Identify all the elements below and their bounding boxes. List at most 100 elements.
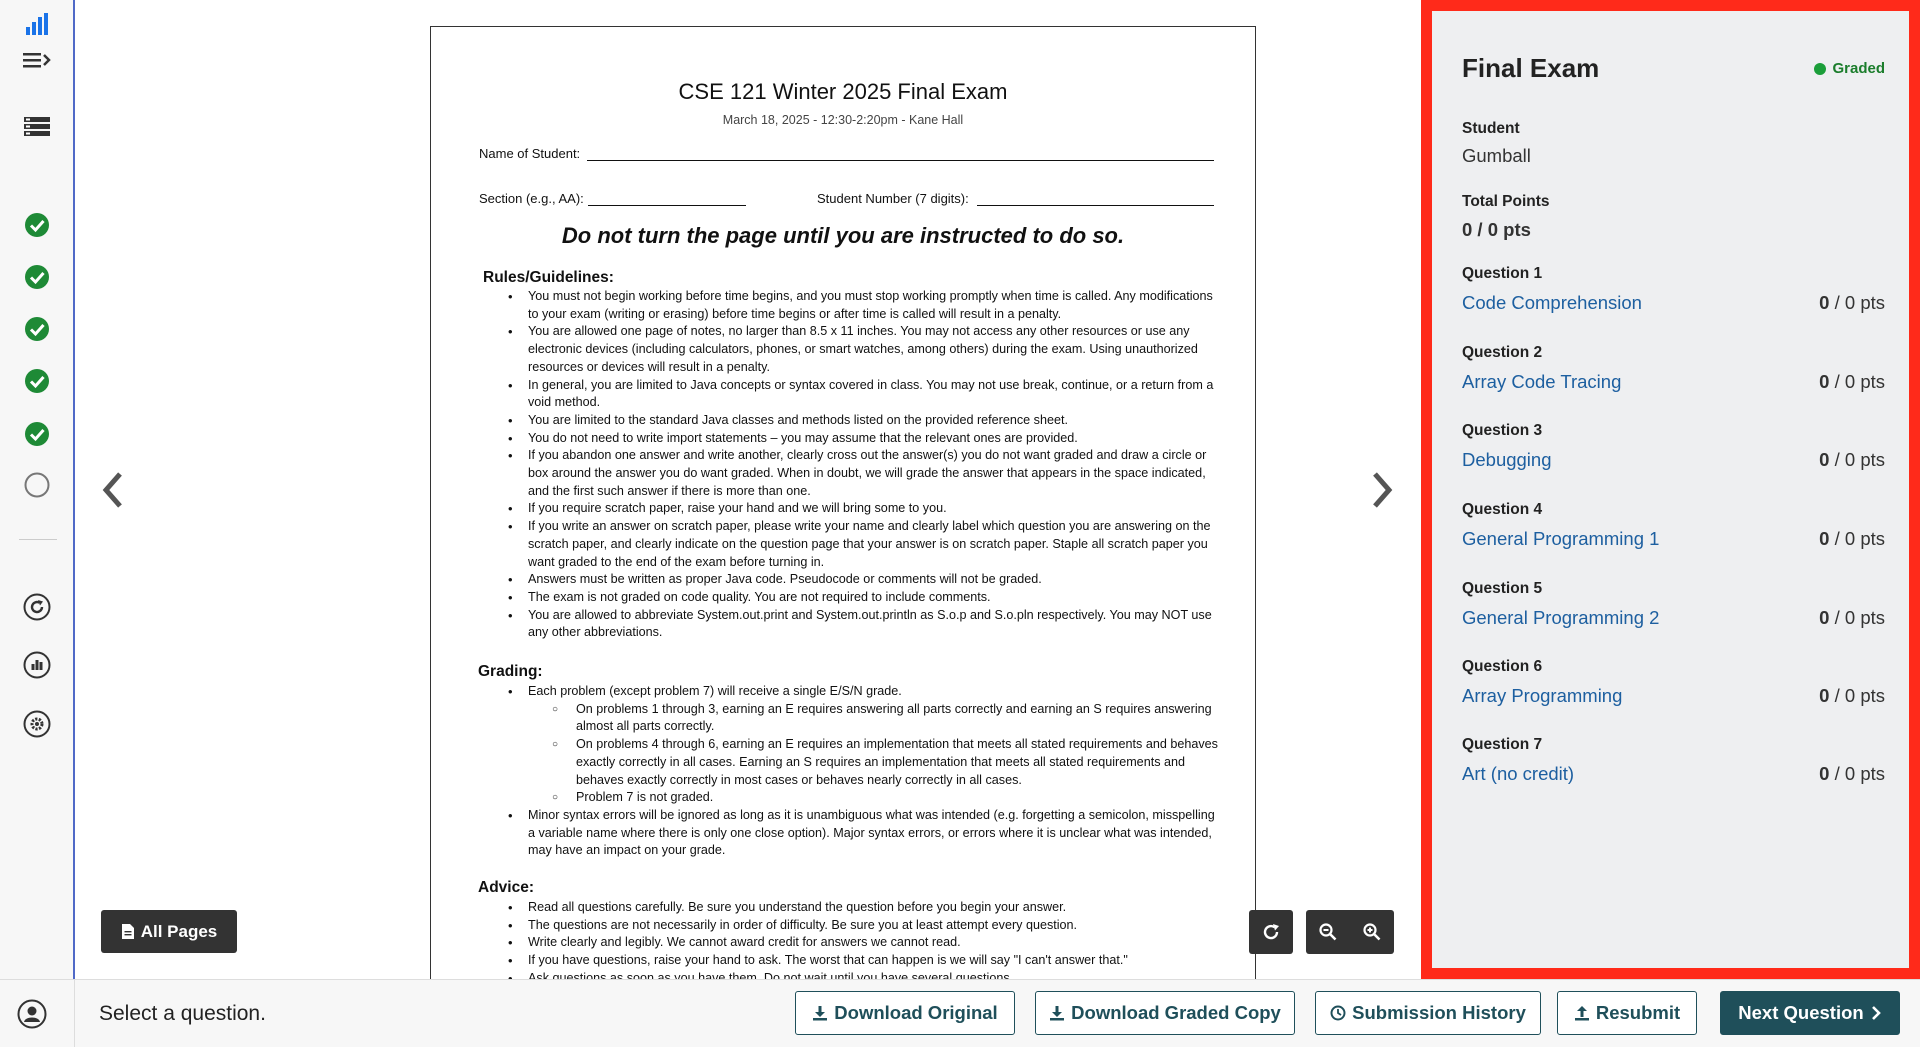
- user-avatar-icon[interactable]: [17, 999, 47, 1029]
- question-label: Question 6: [1462, 658, 1543, 675]
- upload-icon: [1574, 1006, 1589, 1021]
- check-icon[interactable]: [18, 362, 56, 400]
- question-row: Question 3 Debugging 0 / 0 pts: [1462, 422, 1885, 482]
- list-item: You must not begin working before time b…: [508, 288, 1218, 323]
- regrade-icon[interactable]: [18, 588, 56, 626]
- question-row: Question 2 Array Code Tracing 0 / 0 pts: [1462, 344, 1885, 404]
- resubmit-label: Resubmit: [1595, 1002, 1681, 1023]
- download-graded-copy-button[interactable]: Download Graded Copy: [1035, 991, 1295, 1035]
- download-original-label: Download Original: [834, 1002, 998, 1023]
- list-item: You are allowed to abbreviate System.out…: [508, 607, 1218, 642]
- total-points-value: 0 / 0 pts: [1462, 219, 1531, 240]
- list-item: The questions are not necessarily in ord…: [508, 917, 1218, 935]
- submission-history-button[interactable]: Submission History: [1315, 991, 1541, 1035]
- sidebar-divider: [19, 539, 57, 540]
- list-item: Read all questions carefully. Be sure yo…: [508, 899, 1218, 917]
- rotate-button[interactable]: [1249, 910, 1293, 954]
- question-score: 0 / 0 pts: [1819, 685, 1885, 706]
- app-root: CSE 121 Winter 2025 Final Exam March 18,…: [0, 0, 1920, 1047]
- zoom-in-button[interactable]: [1350, 910, 1394, 954]
- list-item: If you require scratch paper, raise your…: [508, 500, 1218, 518]
- advice-heading: Advice:: [478, 879, 534, 896]
- list-item: Write clearly and legibly. We cannot awa…: [508, 934, 1218, 952]
- bottom-divider: [74, 980, 75, 1047]
- question-link[interactable]: Art (no credit): [1462, 763, 1574, 785]
- statistics-icon[interactable]: [18, 646, 56, 684]
- rules-heading: Rules/Guidelines:: [483, 269, 614, 286]
- check-icon[interactable]: [18, 310, 56, 348]
- all-pages-label: All Pages: [140, 921, 218, 941]
- exam-title: CSE 121 Winter 2025 Final Exam: [678, 79, 1008, 104]
- rotate-icon: [1263, 924, 1279, 940]
- check-icon[interactable]: [18, 415, 56, 453]
- clock-icon: [1330, 1005, 1346, 1021]
- question-row: Question 1 Code Comprehension 0 / 0 pts: [1462, 265, 1885, 325]
- chevron-right-icon: [1871, 1006, 1881, 1020]
- file-icon: [121, 924, 134, 939]
- question-row: Question 7 Art (no credit) 0 / 0 pts: [1462, 736, 1885, 796]
- question-score: 0 / 0 pts: [1819, 371, 1885, 392]
- question-label: Question 4: [1462, 501, 1543, 518]
- download-original-button[interactable]: Download Original: [795, 991, 1015, 1035]
- question-label: Question 7: [1462, 736, 1543, 753]
- question-row: Question 6 Array Programming 0 / 0 pts: [1462, 658, 1885, 718]
- question-link[interactable]: General Programming 2: [1462, 607, 1659, 629]
- empty-circle-icon[interactable]: [18, 466, 56, 504]
- download-graded-label: Download Graded Copy: [1071, 1002, 1281, 1023]
- question-link[interactable]: General Programming 1: [1462, 528, 1659, 550]
- question-row: Question 4 General Programming 1 0 / 0 p…: [1462, 501, 1885, 561]
- list-item: You are allowed one page of notes, no la…: [508, 323, 1218, 376]
- submission-history-label: Submission History: [1352, 1002, 1526, 1023]
- student-name: Gumball: [1462, 145, 1531, 166]
- bottom-action-bar: Select a question. Download Original Dow…: [0, 979, 1920, 1047]
- question-row: Question 5 General Programming 2 0 / 0 p…: [1462, 580, 1885, 640]
- check-icon[interactable]: [18, 258, 56, 296]
- question-link[interactable]: Array Code Tracing: [1462, 371, 1621, 393]
- student-number-label: Student Number (7 digits):: [817, 191, 969, 206]
- exam-subtitle: March 18, 2025 - 12:30-2:20pm - Kane Hal…: [722, 113, 964, 127]
- list-icon[interactable]: [18, 108, 56, 146]
- chevron-left-icon: [102, 472, 122, 508]
- list-item: You are limited to the standard Java cla…: [508, 412, 1218, 430]
- list-item: If you have questions, raise your hand t…: [508, 952, 1218, 970]
- list-item: Minor syntax errors will be ignored as l…: [508, 807, 1218, 860]
- zoom-in-icon: [1363, 923, 1381, 941]
- total-points-label: Total Points: [1462, 193, 1550, 210]
- grading-heading: Grading:: [478, 663, 543, 680]
- question-score: 0 / 0 pts: [1819, 528, 1885, 549]
- resubmit-button[interactable]: Resubmit: [1557, 991, 1697, 1035]
- zoom-out-button[interactable]: [1306, 910, 1350, 954]
- zoom-out-icon: [1319, 923, 1337, 941]
- status-label: Graded: [1832, 60, 1885, 77]
- menu-expand-icon[interactable]: [18, 41, 56, 79]
- next-question-label: Next Question: [1738, 1002, 1864, 1023]
- list-item: You do not need to write import statemen…: [508, 430, 1218, 448]
- bar-chart-icon[interactable]: [18, 6, 56, 44]
- student-label: Student: [1462, 120, 1520, 137]
- question-link[interactable]: Debugging: [1462, 449, 1552, 471]
- download-icon: [813, 1006, 828, 1021]
- advice-list: Read all questions carefully. Be sure yo…: [508, 899, 1218, 985]
- question-link[interactable]: Code Comprehension: [1462, 292, 1642, 314]
- list-item: Each problem (except problem 7) will rec…: [508, 683, 1218, 701]
- document-viewer: CSE 121 Winter 2025 Final Exam March 18,…: [77, 0, 1418, 986]
- next-question-button[interactable]: Next Question: [1720, 991, 1900, 1035]
- section-field-line: [588, 205, 746, 206]
- status-dot-icon: [1814, 62, 1827, 75]
- all-pages-button[interactable]: All Pages: [101, 910, 237, 953]
- question-score: 0 / 0 pts: [1819, 292, 1885, 313]
- exam-warning: Do not turn the page until you are instr…: [561, 223, 1125, 248]
- settings-icon[interactable]: [18, 705, 56, 743]
- prev-page-button[interactable]: [93, 465, 133, 515]
- section-field-label: Section (e.g., AA):: [479, 191, 584, 206]
- status-message: Select a question.: [99, 1002, 266, 1025]
- question-label: Question 2: [1462, 344, 1543, 361]
- check-icon[interactable]: [18, 206, 56, 244]
- list-item: Answers must be written as proper Java c…: [508, 571, 1218, 589]
- list-item: If you write an answer on scratch paper,…: [508, 518, 1218, 571]
- name-field-label: Name of Student:: [479, 146, 581, 161]
- question-score: 0 / 0 pts: [1819, 449, 1885, 470]
- name-field-line: [587, 160, 1214, 161]
- next-page-button[interactable]: [1362, 465, 1402, 515]
- question-link[interactable]: Array Programming: [1462, 685, 1622, 707]
